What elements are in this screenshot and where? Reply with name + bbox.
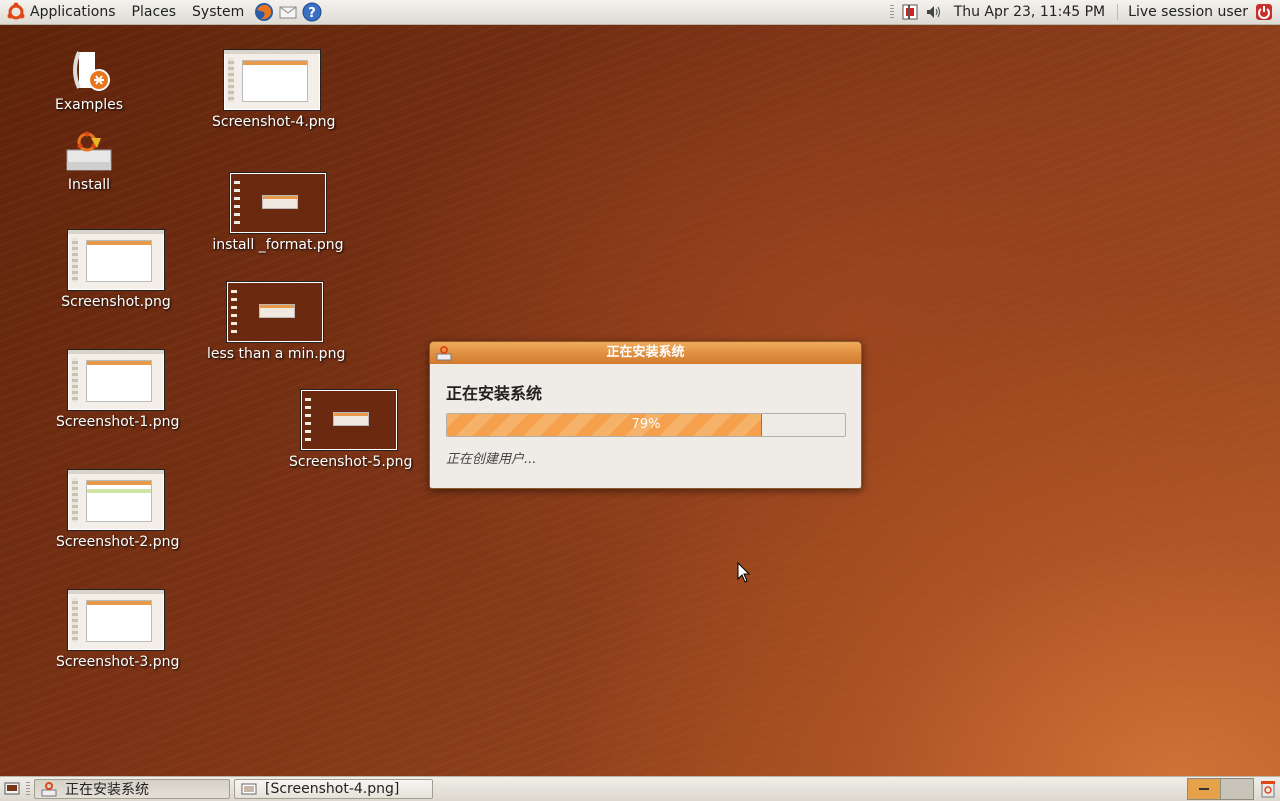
panel-handle-icon xyxy=(26,782,30,796)
desktop-icon-install[interactable]: Install xyxy=(54,128,124,193)
desktop-icon-label: Screenshot-3.png xyxy=(56,654,180,670)
ubuntu-logo-icon[interactable] xyxy=(6,2,26,22)
taskbar-item-label: 正在安装系统 xyxy=(65,782,149,798)
examples-icon xyxy=(54,48,124,94)
status-text: 正在创建用户... xyxy=(446,452,537,467)
svg-text:?: ? xyxy=(308,6,316,21)
desktop-icon-less-than-a-min[interactable]: less than a min.png xyxy=(207,281,346,362)
taskbar-item-installer[interactable]: 正在安装系统 xyxy=(34,779,230,799)
keyboard-indicator-icon[interactable] xyxy=(900,2,920,22)
image-thumbnail xyxy=(67,349,165,411)
menu-applications[interactable]: Applications xyxy=(28,0,124,24)
install-progress-dialog: 正在安装系统 正在安装系统 79% 正在创建用户... xyxy=(429,341,862,489)
dialog-heading: 正在安装系统 xyxy=(446,384,543,403)
trash-icon[interactable] xyxy=(1258,779,1278,799)
desktop-icon-screenshot-1[interactable]: Screenshot-1.png xyxy=(56,349,180,430)
desktop-icon-screenshot-5[interactable]: Screenshot-5.png xyxy=(289,389,413,470)
desktop-icon-label: Install xyxy=(67,177,111,193)
installer-icon xyxy=(41,781,57,797)
dialog-titlebar[interactable]: 正在安装系统 xyxy=(430,342,861,364)
desktop-icon-label: less than a min.png xyxy=(207,346,346,362)
user-menu[interactable]: Live session user xyxy=(1117,4,1252,20)
installer-icon xyxy=(436,345,452,369)
image-thumbnail xyxy=(300,389,398,451)
desktop-icon-screenshot-3[interactable]: Screenshot-3.png xyxy=(56,589,180,670)
menu-places[interactable]: Places xyxy=(124,0,185,24)
desktop-icon-label: Examples xyxy=(54,97,124,113)
taskbar-item-screenshot-4[interactable]: [Screenshot-4.png] xyxy=(234,779,433,799)
dialog-title: 正在安装系统 xyxy=(606,345,685,360)
install-icon xyxy=(54,128,124,174)
top-panel: Applications Places System ? Thu Apr 23,… xyxy=(0,0,1280,25)
desktop-icon-label: Screenshot.png xyxy=(61,294,171,310)
show-desktop-icon[interactable] xyxy=(2,779,22,799)
image-thumbnail xyxy=(67,589,165,651)
firefox-icon[interactable] xyxy=(254,2,274,22)
desktop-icon-screenshot-4[interactable]: Screenshot-4.png xyxy=(212,49,336,130)
desktop-icon-label: Screenshot-2.png xyxy=(56,534,180,550)
desktop-icon-screenshot-2[interactable]: Screenshot-2.png xyxy=(56,469,180,550)
desktop-icon-label: install _format.png xyxy=(212,237,344,253)
desktop-icon-install-format[interactable]: install _format.png xyxy=(212,172,344,253)
mouse-pointer-icon xyxy=(737,561,751,588)
install-progress-bar: 79% xyxy=(446,413,846,437)
power-icon[interactable] xyxy=(1254,2,1274,22)
window-minimized-icon xyxy=(1199,788,1209,790)
menu-system[interactable]: System xyxy=(184,0,252,24)
workspace-switcher xyxy=(1187,778,1280,800)
image-viewer-icon xyxy=(241,781,257,797)
desktop-icon-examples[interactable]: Examples xyxy=(54,48,124,113)
desktop-icon-screenshot[interactable]: Screenshot.png xyxy=(56,229,176,310)
help-icon[interactable]: ? xyxy=(302,2,322,22)
taskbar-item-label: [Screenshot-4.png] xyxy=(265,781,400,797)
desktop-icon-label: Screenshot-5.png xyxy=(289,454,413,470)
image-thumbnail xyxy=(229,172,327,234)
image-thumbnail xyxy=(67,229,165,291)
desktop-icon-label: Screenshot-1.png xyxy=(56,414,180,430)
image-thumbnail xyxy=(67,469,165,531)
clock[interactable]: Thu Apr 23, 11:45 PM xyxy=(946,4,1113,20)
image-thumbnail xyxy=(223,49,321,111)
mail-icon[interactable] xyxy=(278,2,298,22)
image-thumbnail xyxy=(226,281,324,343)
workspace-1[interactable] xyxy=(1187,778,1221,800)
volume-icon[interactable] xyxy=(924,2,944,22)
workspace-2[interactable] xyxy=(1221,778,1254,800)
progress-label: 79% xyxy=(631,417,661,432)
desktop-icon-label: Screenshot-4.png xyxy=(212,114,336,130)
panel-handle-icon xyxy=(889,5,894,19)
bottom-panel: 正在安装系统 [Screenshot-4.png] xyxy=(0,776,1280,801)
